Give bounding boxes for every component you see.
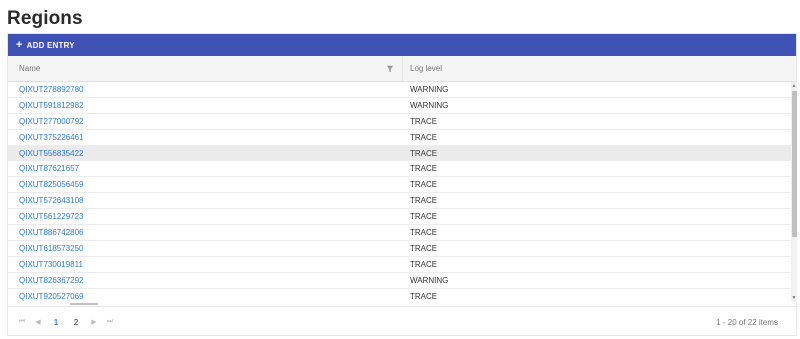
table-row[interactable]: QIXUT278892780 WARNING bbox=[8, 82, 791, 98]
row-log-level: TRACE bbox=[410, 259, 438, 269]
add-entry-label: ADD ENTRY bbox=[26, 40, 75, 50]
data-grid: + ADD ENTRY Name Log level QIXUT27889278… bbox=[7, 33, 797, 336]
table-row[interactable]: QIXUT730019811 TRACE bbox=[8, 257, 791, 273]
row-log-level: TRACE bbox=[410, 148, 438, 158]
row-name-link[interactable]: QIXUT591812982 bbox=[8, 101, 403, 110]
column-header-log-level[interactable]: Log level bbox=[403, 56, 791, 81]
row-name-link[interactable]: QIXUT920527069 bbox=[8, 292, 403, 301]
row-name-link[interactable]: QIXUT825056459 bbox=[8, 180, 403, 189]
scroll-down-icon[interactable]: ▼ bbox=[791, 294, 797, 302]
row-log-level: WARNING bbox=[410, 100, 449, 110]
next-page-icon[interactable]: ▶ bbox=[86, 318, 102, 326]
column-header-name-label: Name bbox=[19, 64, 41, 73]
table-row[interactable]: QIXUT826367292 WARNING bbox=[8, 273, 791, 289]
row-name-link[interactable]: QIXUT618573250 bbox=[8, 244, 403, 253]
filter-icon[interactable] bbox=[386, 65, 394, 73]
table-row[interactable]: QIXUT572643108 TRACE bbox=[8, 193, 791, 210]
row-name-link[interactable]: QIXUT277000792 bbox=[8, 117, 403, 126]
prev-page-icon[interactable]: ◀ bbox=[30, 318, 46, 326]
row-name-link[interactable]: QIXUT730019811 bbox=[8, 260, 403, 269]
table-row[interactable]: QIXUT618573250 TRACE bbox=[8, 241, 791, 257]
row-log-level: TRACE bbox=[410, 227, 438, 237]
row-log-level: TRACE bbox=[410, 164, 438, 174]
first-page-icon[interactable]: ⏮ bbox=[14, 318, 30, 326]
row-name-link[interactable]: QIXUT278892780 bbox=[8, 85, 403, 94]
grid-toolbar: + ADD ENTRY bbox=[8, 34, 796, 56]
table-row[interactable]: QIXUT886742806 TRACE bbox=[8, 225, 791, 241]
pager-info: 1 - 20 of 22 items bbox=[716, 318, 778, 327]
row-name-link[interactable]: QIXUT87621657 bbox=[8, 164, 403, 173]
table-row[interactable]: QIXUT375226461 TRACE bbox=[8, 130, 791, 146]
table-row[interactable]: QIXUT556835422 TRACE bbox=[8, 145, 791, 162]
column-header-log-level-label: Log level bbox=[410, 64, 443, 73]
table-row[interactable]: QIXUT920527069 TRACE bbox=[8, 289, 791, 302]
row-name-link[interactable]: QIXUT375226461 bbox=[8, 133, 403, 142]
table-row[interactable]: QIXUT561229723 TRACE bbox=[8, 209, 791, 226]
row-log-level: TRACE bbox=[410, 132, 438, 142]
row-log-level: TRACE bbox=[410, 291, 438, 301]
row-log-level: TRACE bbox=[410, 212, 438, 222]
grid-header: Name Log level bbox=[8, 56, 796, 82]
scroll-up-icon[interactable]: ▲ bbox=[791, 82, 797, 90]
row-name-link[interactable]: QIXUT556835422 bbox=[8, 149, 403, 158]
row-name-link[interactable]: QIXUT886742806 bbox=[8, 228, 403, 237]
row-log-level: TRACE bbox=[410, 116, 438, 126]
table-row[interactable]: QIXUT277000792 TRACE bbox=[8, 114, 791, 130]
row-name-link[interactable]: QIXUT572643108 bbox=[8, 196, 403, 205]
column-header-name[interactable]: Name bbox=[8, 56, 403, 81]
plus-icon: + bbox=[16, 38, 23, 51]
row-log-level: TRACE bbox=[410, 196, 438, 206]
scrollbar-thumb[interactable] bbox=[791, 91, 797, 237]
row-log-level: TRACE bbox=[410, 180, 438, 190]
table-row[interactable]: QIXUT591812982 WARNING bbox=[8, 98, 791, 114]
page-number-2[interactable]: 2 bbox=[66, 318, 86, 327]
row-name-link[interactable]: QIXUT561229723 bbox=[8, 212, 403, 221]
grid-body: QIXUT278892780 WARNING QIXUT591812982 WARNI… bbox=[8, 82, 791, 302]
vertical-scrollbar[interactable]: ▲ ▼ bbox=[791, 82, 797, 302]
row-log-level: TRACE bbox=[410, 243, 438, 253]
table-row[interactable]: QIXUT87621657 TRACE bbox=[8, 161, 791, 178]
pager: ⏮ ◀ 1 2 ▶ ⏭ 1 - 20 of 22 items bbox=[8, 306, 796, 337]
row-log-level: WARNING bbox=[410, 275, 449, 285]
add-entry-button[interactable]: + ADD ENTRY bbox=[16, 38, 75, 51]
horizontal-scroll-indicator bbox=[70, 303, 98, 305]
page-number-1[interactable]: 1 bbox=[46, 318, 66, 327]
page-title: Regions bbox=[7, 8, 83, 29]
row-log-level: WARNING bbox=[410, 84, 449, 94]
row-name-link[interactable]: QIXUT826367292 bbox=[8, 276, 403, 285]
last-page-icon[interactable]: ⏭ bbox=[102, 318, 118, 326]
table-row[interactable]: QIXUT825056459 TRACE bbox=[8, 177, 791, 194]
